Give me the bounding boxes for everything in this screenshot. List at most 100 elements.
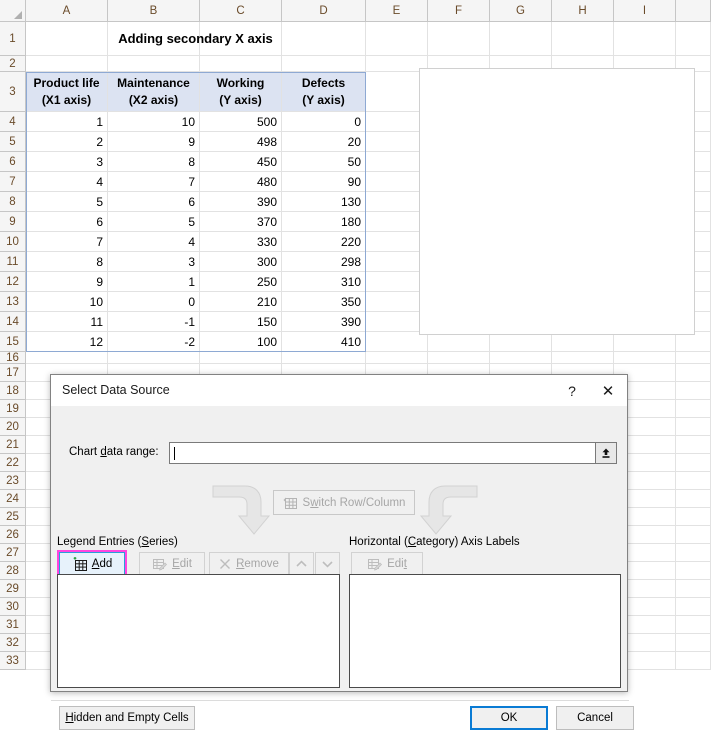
cell-bg[interactable]	[366, 22, 428, 56]
cell-bg[interactable]	[428, 22, 490, 56]
cell-bg[interactable]	[282, 352, 366, 364]
cell-bg[interactable]	[108, 352, 200, 364]
table-column-header[interactable]: Defects (Y axis)	[282, 72, 365, 111]
table-cell[interactable]: 390	[200, 192, 281, 211]
cell-bg[interactable]	[200, 56, 282, 72]
cell-bg[interactable]	[676, 652, 711, 670]
column-header-A[interactable]: A	[26, 0, 108, 22]
row-header-19[interactable]: 19	[0, 400, 26, 418]
cell-bg[interactable]	[676, 544, 711, 562]
chart-data-range-input[interactable]	[169, 442, 609, 464]
table-cell[interactable]: 7	[26, 232, 107, 251]
cell-bg[interactable]	[428, 332, 490, 352]
cell-bg[interactable]	[676, 332, 711, 352]
cell-bg[interactable]	[676, 436, 711, 454]
cell-bg[interactable]	[26, 56, 108, 72]
cell-bg[interactable]	[552, 352, 614, 364]
table-cell[interactable]: 3	[108, 252, 199, 271]
column-header-E[interactable]: E	[366, 0, 428, 22]
table-cell[interactable]: 250	[200, 272, 281, 291]
table-cell[interactable]: 2	[26, 132, 107, 151]
row-header-20[interactable]: 20	[0, 418, 26, 436]
cell-bg[interactable]	[366, 352, 428, 364]
table-cell[interactable]: -2	[108, 332, 199, 351]
row-header-21[interactable]: 21	[0, 436, 26, 454]
row-header-11[interactable]: 11	[0, 252, 26, 272]
cell-bg[interactable]	[490, 352, 552, 364]
close-icon[interactable]: ✕	[591, 375, 625, 406]
column-header-F[interactable]: F	[428, 0, 490, 22]
table-cell[interactable]: 0	[108, 292, 199, 311]
table-cell[interactable]: 450	[200, 152, 281, 171]
row-header-28[interactable]: 28	[0, 562, 26, 580]
select-all-corner[interactable]	[0, 0, 26, 22]
row-header-6[interactable]: 6	[0, 152, 26, 172]
column-header-B[interactable]: B	[108, 0, 200, 22]
table-cell[interactable]: 5	[108, 212, 199, 231]
cell-bg[interactable]	[366, 332, 428, 352]
table-cell[interactable]: 11	[26, 312, 107, 331]
move-series-up-button[interactable]	[289, 552, 314, 575]
cell-bg[interactable]	[676, 616, 711, 634]
table-cell[interactable]: 1	[26, 112, 107, 131]
table-cell[interactable]: 10	[108, 112, 199, 131]
cell-bg[interactable]	[676, 364, 711, 382]
cell-bg[interactable]	[282, 56, 366, 72]
table-cell[interactable]: 210	[200, 292, 281, 311]
row-header-2[interactable]: 2	[0, 56, 26, 72]
column-header-G[interactable]: G	[490, 0, 552, 22]
cell-bg[interactable]	[490, 332, 552, 352]
cell-bg[interactable]	[676, 382, 711, 400]
cell-bg[interactable]	[676, 508, 711, 526]
cell-bg[interactable]	[676, 490, 711, 508]
table-cell[interactable]: 350	[282, 292, 365, 311]
row-header-1[interactable]: 1	[0, 22, 26, 56]
switch-row-column-button[interactable]: Switch Row/Column	[273, 490, 415, 515]
row-header-30[interactable]: 30	[0, 598, 26, 616]
category-axis-listbox[interactable]	[349, 574, 621, 688]
legend-entries-listbox[interactable]	[57, 574, 340, 688]
cell-bg[interactable]	[676, 562, 711, 580]
row-header-33[interactable]: 33	[0, 652, 26, 670]
row-header-14[interactable]: 14	[0, 312, 26, 332]
table-cell[interactable]: 498	[200, 132, 281, 151]
row-header-23[interactable]: 23	[0, 472, 26, 490]
cell-bg[interactable]	[676, 454, 711, 472]
table-cell[interactable]: 220	[282, 232, 365, 251]
cell-bg[interactable]	[614, 22, 676, 56]
table-cell[interactable]: 8	[26, 252, 107, 271]
column-header-partial[interactable]	[676, 0, 711, 22]
table-cell[interactable]: 10	[26, 292, 107, 311]
table-cell[interactable]: 180	[282, 212, 365, 231]
table-cell[interactable]: 6	[108, 192, 199, 211]
add-button[interactable]: Add	[57, 550, 127, 577]
table-cell[interactable]: 310	[282, 272, 365, 291]
row-header-22[interactable]: 22	[0, 454, 26, 472]
table-cell[interactable]: 3	[26, 152, 107, 171]
table-cell[interactable]: 410	[282, 332, 365, 351]
cell-bg[interactable]	[200, 352, 282, 364]
row-header-25[interactable]: 25	[0, 508, 26, 526]
table-cell[interactable]: 9	[26, 272, 107, 291]
table-cell[interactable]: 90	[282, 172, 365, 191]
cell-bg[interactable]	[676, 418, 711, 436]
row-header-26[interactable]: 26	[0, 526, 26, 544]
sheet-title-cell[interactable]: Adding secondary X axis	[26, 22, 365, 55]
row-header-3[interactable]: 3	[0, 72, 26, 112]
table-cell[interactable]: 20	[282, 132, 365, 151]
cell-bg[interactable]	[676, 526, 711, 544]
table-column-header[interactable]: Working (Y axis)	[200, 72, 281, 111]
row-header-17[interactable]: 17	[0, 364, 26, 382]
row-header-10[interactable]: 10	[0, 232, 26, 252]
row-header-4[interactable]: 4	[0, 112, 26, 132]
table-column-header[interactable]: Maintenance (X2 axis)	[108, 72, 199, 111]
row-header-15[interactable]: 15	[0, 332, 26, 352]
row-header-8[interactable]: 8	[0, 192, 26, 212]
cell-bg[interactable]	[676, 598, 711, 616]
table-cell[interactable]: 150	[200, 312, 281, 331]
row-header-13[interactable]: 13	[0, 292, 26, 312]
range-select-icon[interactable]	[595, 442, 617, 464]
cell-bg[interactable]	[676, 22, 711, 56]
table-cell[interactable]: 7	[108, 172, 199, 191]
table-cell[interactable]: 12	[26, 332, 107, 351]
